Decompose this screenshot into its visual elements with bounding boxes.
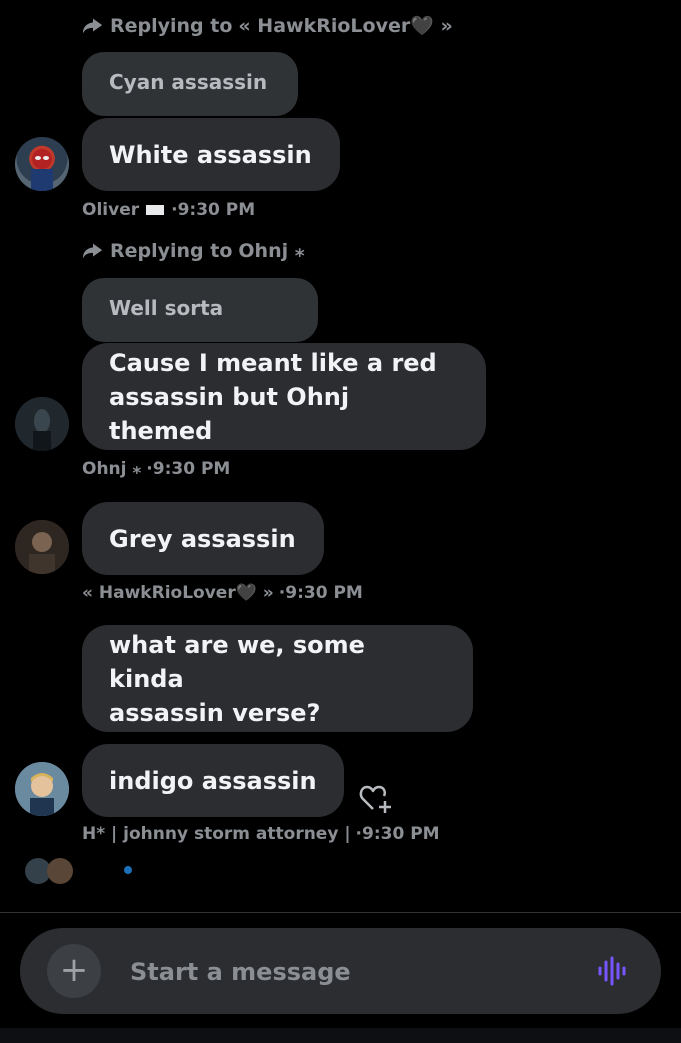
message-text-line: assassin verse? xyxy=(109,698,321,727)
message-text-line: what are we, some kinda xyxy=(109,630,365,693)
author-name[interactable]: « HawkRioLover🖤 » xyxy=(82,583,274,603)
message-bubble[interactable]: White assassin xyxy=(82,118,340,191)
reply-prefix: Replying to xyxy=(110,240,233,262)
avatar[interactable] xyxy=(15,137,69,191)
message-meta: H* | johnny storm attorney | ·9:30 PM xyxy=(82,824,440,844)
heart-plus-icon[interactable] xyxy=(359,783,395,815)
message-text-line: Cause I meant like a red xyxy=(109,348,437,377)
timestamp: ·9:30 PM xyxy=(278,583,363,603)
portrait-avatar-image xyxy=(15,520,69,574)
message-meta: Ohnj ⁎ ·9:30 PM xyxy=(82,459,230,479)
message-text: indigo assassin xyxy=(109,766,317,795)
reply-arrow-icon xyxy=(82,18,103,33)
message-text-line: assassin but Ohnj themed xyxy=(109,382,350,445)
message-bubble[interactable]: indigo assassin xyxy=(82,744,344,817)
message-meta: « HawkRioLover🖤 » ·9:30 PM xyxy=(82,583,363,603)
message-text: Grey assassin xyxy=(109,524,296,553)
quoted-message[interactable]: Well sorta kinda xyxy=(82,278,318,380)
reply-arrow-icon xyxy=(82,243,103,259)
avatar[interactable] xyxy=(15,397,69,451)
message-bubble[interactable]: Grey assassin xyxy=(82,502,324,575)
spiderman-avatar-image xyxy=(31,149,53,191)
avatar xyxy=(47,858,73,884)
message-bubble[interactable]: Cause I meant like a red assassin but Oh… xyxy=(82,343,486,450)
timestamp: ·9:30 PM xyxy=(146,459,231,479)
reply-target: « HawkRioLover🖤 » xyxy=(238,15,453,37)
plus-icon[interactable]: + xyxy=(47,944,101,998)
author-name[interactable]: Ohnj ⁎ xyxy=(82,459,141,479)
author-name[interactable]: Oliver xyxy=(82,200,139,220)
message-meta: Oliver ·9:30 PM xyxy=(82,200,255,220)
divider xyxy=(0,912,681,913)
timestamp: ·9:30 PM xyxy=(171,200,256,220)
message-input[interactable] xyxy=(128,952,562,992)
timestamp: ·9:30 PM xyxy=(355,824,440,844)
quoted-text: Cyan assassin xyxy=(109,70,268,94)
reply-target: Ohnj ⁎ xyxy=(238,240,305,262)
message-text: White assassin xyxy=(109,140,312,169)
author-name[interactable]: H* | johnny storm attorney | xyxy=(82,824,351,844)
reply-prefix: Replying to xyxy=(110,14,233,37)
voice-wave-icon[interactable] xyxy=(596,956,630,986)
white-flag-icon xyxy=(146,205,165,215)
quoted-message[interactable]: Cyan assassin xyxy=(82,52,298,116)
reply-context[interactable]: Replying to « HawkRioLover🖤 » xyxy=(82,14,453,37)
avatar[interactable] xyxy=(15,520,69,574)
status-dot xyxy=(124,866,132,874)
message-bubble[interactable]: what are we, some kinda assassin verse? xyxy=(82,625,473,732)
read-receipts[interactable] xyxy=(25,858,77,884)
message-composer: + xyxy=(20,928,661,1014)
reply-context[interactable]: Replying to Ohnj ⁎ xyxy=(82,240,305,262)
avatar[interactable] xyxy=(15,762,69,816)
bottom-nav-bar xyxy=(0,1028,681,1043)
blond-person-avatar-image xyxy=(15,762,69,816)
dark-figure-avatar-image xyxy=(15,397,69,451)
